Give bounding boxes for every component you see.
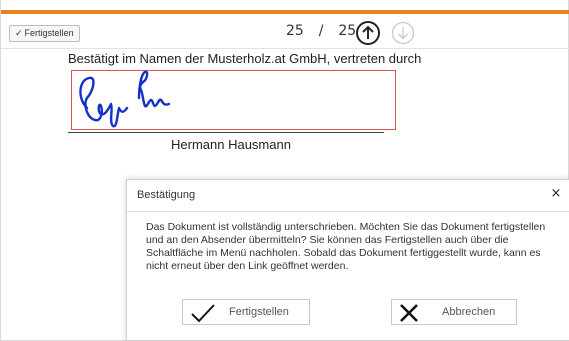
arrow-down-circle-icon <box>391 21 415 45</box>
cancel-button-label: Abbrechen <box>442 306 496 318</box>
next-page-button[interactable] <box>390 20 416 46</box>
total-pages: 25 <box>338 23 357 39</box>
signer-name: Hermann Hausmann <box>171 137 291 152</box>
confirmation-line: Bestätigt im Namen der Musterholz.at Gmb… <box>68 51 422 66</box>
signature-line <box>68 132 384 133</box>
arrow-up-circle-icon <box>356 21 380 45</box>
check-icon: ✓ <box>15 28 23 38</box>
finish-button-label: Fertigstellen <box>24 28 74 38</box>
confirmation-dialog: Bestätigung × Das Dokument ist vollständ… <box>126 179 569 341</box>
x-icon <box>400 304 418 322</box>
finish-button[interactable]: ✓ Fertigstellen <box>9 25 80 42</box>
page-counter: 25 / 25 <box>286 23 356 39</box>
confirm-button-label: Fertigstellen <box>229 306 289 318</box>
dialog-title: Bestätigung <box>137 189 196 201</box>
handwritten-signature <box>79 70 171 128</box>
close-icon[interactable]: × <box>549 186 563 201</box>
confirm-finish-button[interactable]: Fertigstellen <box>182 299 310 325</box>
previous-page-button[interactable] <box>355 20 381 46</box>
toolbar: ✓ Fertigstellen 25 / 25 <box>1 14 569 49</box>
current-page: 25 <box>286 23 304 39</box>
dialog-divider <box>127 211 569 212</box>
cancel-button[interactable]: Abbrechen <box>391 299 517 325</box>
page-separator: / <box>318 23 324 39</box>
app-window: ✓ Fertigstellen 25 / 25 Bestätigt im Nam… <box>0 0 569 341</box>
checkmark-icon <box>191 304 215 323</box>
dialog-message: Das Dokument ist vollständig unterschrie… <box>146 221 546 272</box>
